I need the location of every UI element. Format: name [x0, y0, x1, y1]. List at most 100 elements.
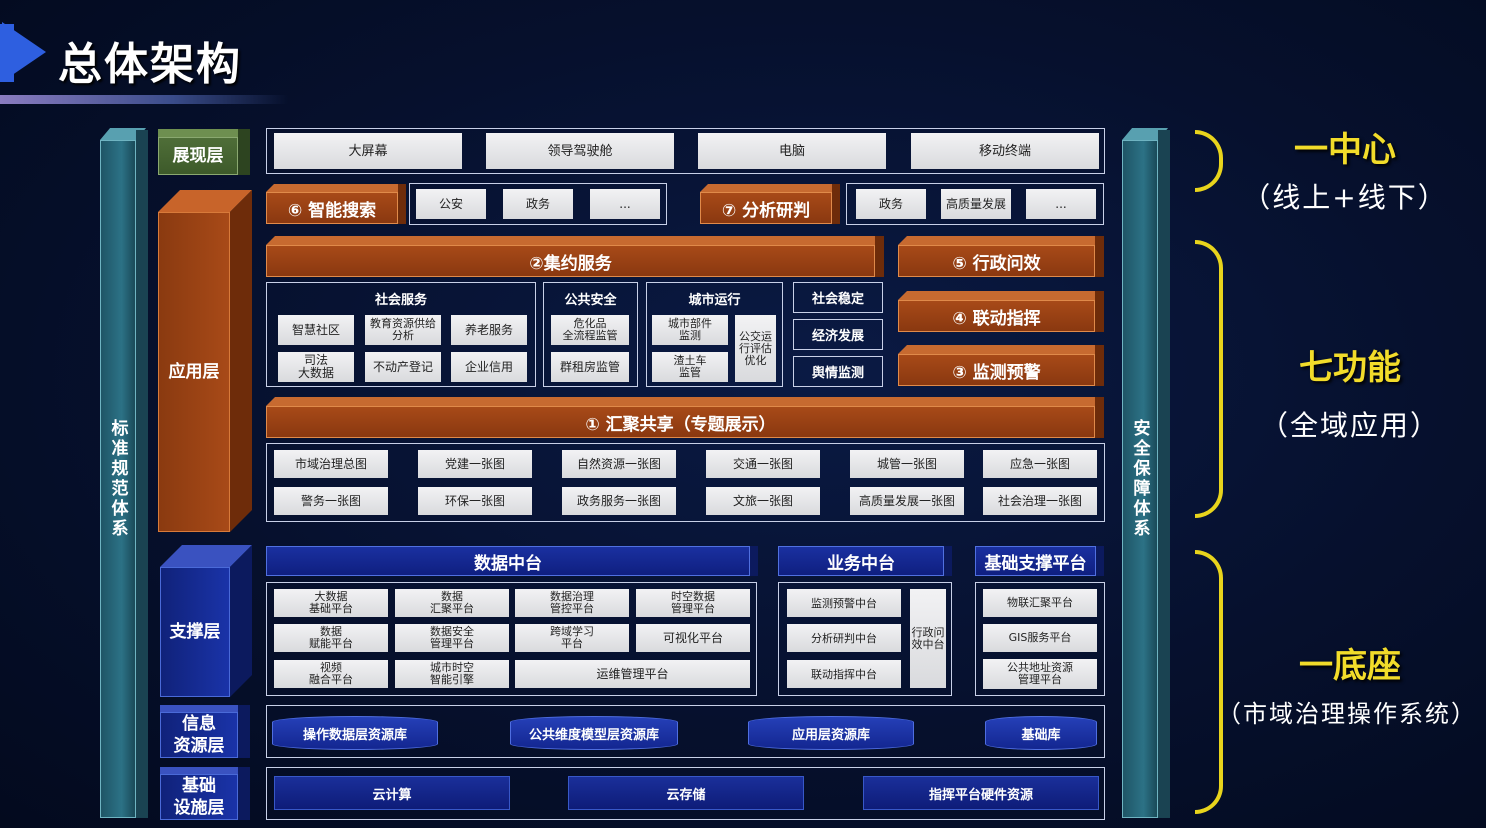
business-center-item: 分析研判中台: [787, 624, 901, 652]
social-service-item: 教育资源供给 分析: [365, 315, 441, 345]
data-center-item: 时空数据 管理平台: [636, 589, 750, 617]
data-center-item: 可视化平台: [636, 624, 750, 652]
data-center-side: [750, 546, 758, 576]
infra-item: 云计算: [274, 776, 510, 810]
infra-layer-side: [238, 767, 250, 820]
smart-search-item: ...: [590, 189, 660, 219]
city-ops-item: 城市部件 监测: [652, 315, 728, 345]
social-service-item: 司法 大数据: [278, 352, 354, 382]
intensive-top: [266, 236, 884, 245]
analysis-label: ⑦ 分析研判: [700, 192, 832, 224]
data-center-item: 数据安全 管理平台: [395, 624, 509, 652]
social-stability: 社会稳定: [811, 292, 864, 307]
data-center-item: 数据治理 管控平台: [515, 589, 629, 617]
admin-top: [898, 236, 1104, 245]
title-arrow-icon: [2, 22, 46, 82]
map-item: 城管一张图: [850, 450, 964, 478]
page-title: 总体架构: [58, 39, 242, 90]
maps-frame: [266, 443, 1105, 522]
social-service-item: 智慧社区: [278, 315, 354, 345]
city-ops-header: 城市运行: [688, 292, 741, 308]
data-center-item: 数据 赋能平台: [274, 624, 388, 652]
map-item: 高质量发展一张图: [850, 487, 964, 515]
monitor-top: [898, 345, 1104, 354]
data-center-item: 城市时空 智能引擎: [395, 660, 509, 688]
gather-top: [266, 397, 1104, 406]
public-safety-header: 公共安全: [564, 292, 617, 308]
base-platform-item: GIS服务平台: [983, 624, 1097, 652]
map-item: 市域治理总图: [274, 450, 388, 478]
data-center-item: 运维管理平台: [515, 660, 750, 688]
analysis-item: ...: [1026, 189, 1096, 219]
map-item: 警务一张图: [274, 487, 388, 515]
infra-layer-top: [160, 767, 238, 774]
gather-share-bar: ① 汇聚共享（专题展示）: [266, 406, 1095, 438]
info-layer-side: [238, 705, 250, 758]
social-service-item: 养老服务: [451, 315, 527, 345]
social-service-item: 不动产登记: [365, 352, 441, 382]
resource-db: 应用层资源库: [748, 716, 914, 750]
map-item: 环保一张图: [418, 487, 532, 515]
map-item: 党建一张图: [418, 450, 532, 478]
analysis-item: 高质量发展: [941, 189, 1011, 219]
smart-search-label: ⑥ 智能搜索: [266, 192, 398, 224]
map-item: 应急一张图: [983, 450, 1097, 478]
infra-layer-label: 基础 设施层: [160, 774, 238, 820]
city-ops-item: 渣土车 监管: [652, 352, 728, 382]
display-item: 领导驾驶舱: [486, 133, 674, 169]
brace-seven-functions: [1195, 240, 1223, 518]
gather-side: [1095, 397, 1104, 438]
application-layer-label: 应用层: [158, 212, 230, 532]
linked-command-bar: ④ 联动指挥: [898, 300, 1095, 332]
public-opinion: 舆情监测: [811, 366, 864, 381]
display-layer-top: [158, 129, 238, 137]
map-item: 社会治理一张图: [983, 487, 1097, 515]
analysis-side: [832, 184, 840, 224]
command-top: [898, 291, 1104, 300]
city-ops-item: 公交运 行评估 优化: [735, 315, 776, 382]
smart-search-side: [398, 184, 406, 224]
public-safety-item: 危化品 全流程监管: [551, 315, 629, 345]
one-center-subtitle: （线上+线下）: [1242, 181, 1448, 214]
map-item: 政务服务一张图: [562, 487, 676, 515]
economic-development: 经济发展: [811, 329, 864, 344]
base-platform-header: 基础支撑平台: [975, 546, 1096, 576]
data-center-item: 数据 汇聚平台: [395, 589, 509, 617]
social-service-header: 社会服务: [374, 292, 427, 308]
one-base-subtitle: （市域治理操作系统）: [1217, 700, 1477, 728]
analysis-top: [700, 184, 840, 192]
standards-pillar: 标准规范体系: [100, 140, 136, 818]
map-item: 文旅一张图: [706, 487, 820, 515]
info-layer-label: 信息 资源层: [160, 712, 238, 758]
display-item: 移动终端: [911, 133, 1099, 169]
security-pillar: 安全保障体系: [1122, 140, 1158, 818]
smart-search-item: 公安: [416, 189, 486, 219]
resource-db: 操作数据层资源库: [272, 716, 438, 750]
monitor-warning-bar: ③ 监测预警: [898, 354, 1095, 386]
base-platform-item: 公共地址资源 管理平台: [983, 659, 1097, 689]
admin-side: [1095, 236, 1104, 277]
data-center-item: 视频 融合平台: [274, 660, 388, 688]
intensive-side: [875, 236, 884, 277]
one-base-title: 一底座: [1299, 646, 1401, 686]
display-item: 大屏幕: [274, 133, 462, 169]
smart-search-top: [266, 184, 406, 192]
base-platform-side: [1096, 546, 1104, 576]
one-center-title: 一中心: [1294, 130, 1396, 170]
resource-db: 公共维度模型层资源库: [510, 716, 678, 750]
support-layer-label: 支撑层: [160, 567, 230, 697]
data-center-item: 跨域学习 平台: [515, 624, 629, 652]
application-layer-side: [230, 190, 252, 532]
business-center-header: 业务中台: [778, 546, 944, 576]
data-center-header: 数据中台: [266, 546, 750, 576]
admin-efficiency-bar: ⑤ 行政问效: [898, 245, 1095, 277]
seven-functions-subtitle: （全域应用）: [1259, 409, 1440, 442]
title-underline: [0, 95, 288, 104]
business-center-item: 行政问 效中台: [910, 589, 946, 688]
intensive-service-bar: ②集约服务: [266, 245, 875, 277]
display-item: 电脑: [698, 133, 886, 169]
brace-one-center: [1195, 130, 1223, 192]
left-pillar-side: [136, 130, 148, 818]
infra-item: 云存储: [568, 776, 804, 810]
map-item: 自然资源一张图: [562, 450, 676, 478]
